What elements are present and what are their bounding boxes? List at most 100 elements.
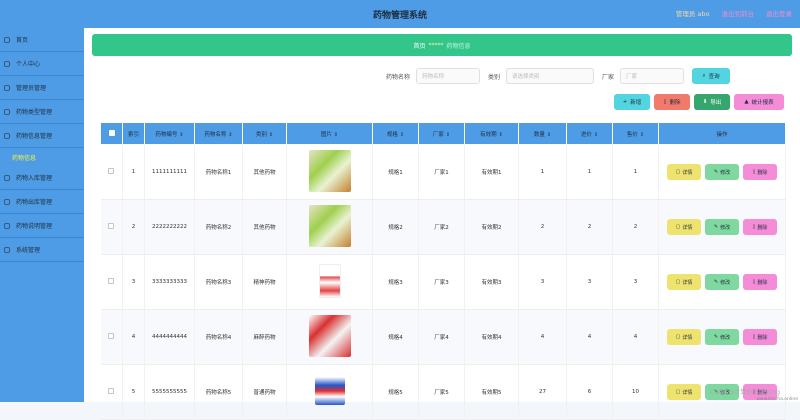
maker-filter-input[interactable]: 厂家 — [620, 68, 685, 84]
cell-type-text: 普通药物 — [253, 390, 276, 396]
edit-button[interactable]: ✎ 修改 — [705, 164, 739, 180]
row-checkbox[interactable] — [108, 388, 115, 394]
drug-image — [308, 150, 351, 192]
sort-icon: ⇕ — [228, 131, 233, 138]
cell-code-text: 3333333333 — [152, 279, 187, 285]
admin-label: 管理员 abo — [675, 10, 710, 18]
sort-icon: ⇕ — [399, 131, 405, 138]
delete-button-label: 删除 — [757, 224, 768, 231]
plus-icon: + — [622, 99, 628, 105]
name-filter-label: 药物名称 — [386, 73, 411, 81]
delete-button[interactable]: ▯ 删除 — [743, 164, 777, 180]
cell-index: 2 — [122, 199, 145, 255]
row-select[interactable] — [100, 144, 123, 200]
cell-actions: ▢ 详情 ✎ 修改 ▯ 删除 — [658, 199, 786, 255]
cell-code: 2222222222 — [144, 199, 195, 255]
cell-qty-text: 27 — [539, 389, 546, 395]
edit-button[interactable]: ✎ 修改 — [705, 329, 739, 345]
cell-expiry: 有效期5 — [464, 364, 519, 420]
cell-cost: 3 — [566, 254, 613, 310]
filter-bar: 药物名称 药物名称 类别 请选择类别 厂家 厂家 ⌕ 查询 — [384, 68, 731, 84]
app-header: 药物管理系统 管理员 abo 退出到前台 退出登录 — [0, 0, 800, 28]
detail-button[interactable]: ▢ 详情 — [667, 274, 701, 290]
sidebar-subitem-drug-info[interactable]: 药物信息 — [0, 148, 84, 166]
cell-expiry: 有效期3 — [464, 254, 519, 310]
export-button[interactable]: ⬇ 导出 — [694, 94, 730, 110]
col-expiry[interactable]: 有效期 ⇕ — [464, 122, 519, 145]
row-select[interactable] — [100, 199, 123, 255]
add-button[interactable]: + 新增 — [614, 94, 650, 110]
cell-spec: 规格2 — [372, 199, 419, 255]
logout-link[interactable]: 退出登录 — [766, 8, 792, 18]
breadcrumb-home[interactable]: 首页 — [413, 41, 425, 50]
select-all-checkbox[interactable] — [108, 129, 115, 136]
batch-delete-button[interactable]: ▯ 删除 — [654, 94, 690, 110]
sidebar-item-drug-info-manage[interactable]: 药物信息管理 — [0, 124, 84, 148]
sidebar-item-instructions[interactable]: 药物说明管理 — [0, 214, 84, 238]
row-checkbox[interactable] — [108, 333, 115, 339]
detail-button-label: 详情 — [682, 389, 693, 396]
sidebar-item-profile[interactable]: 个人中心 — [0, 52, 84, 76]
edit-button-label: 修改 — [720, 169, 731, 176]
cell-cost-text: 2 — [587, 224, 592, 230]
cell-name: 药物名称5 — [194, 364, 243, 420]
sidebar-item-home[interactable]: 首页 — [0, 28, 84, 52]
row-checkbox[interactable] — [108, 168, 115, 174]
row-select[interactable] — [100, 309, 123, 365]
stock-out-icon — [4, 198, 10, 205]
table-row: 4 4444444444 药物名称4 麻醉药物 规格4 厂家4 有效期4 4 4 4 ▢ 详情 ✎ 修… — [100, 309, 786, 365]
row-checkbox[interactable] — [108, 278, 115, 284]
detail-button[interactable]: ▢ 详情 — [667, 164, 701, 180]
cell-index-text: 5 — [131, 389, 136, 395]
delete-button[interactable]: ▯ 删除 — [743, 274, 777, 290]
edit-button[interactable]: ✎ 修改 — [705, 219, 739, 235]
row-checkbox[interactable] — [108, 223, 115, 229]
cell-spec-text: 规格4 — [388, 335, 403, 341]
select-all-header[interactable] — [100, 122, 123, 145]
detail-button[interactable]: ▢ 详情 — [667, 329, 701, 345]
exit-to-front-link[interactable]: 退出到前台 — [722, 8, 755, 18]
cell-spec: 规格3 — [372, 254, 419, 310]
row-select[interactable] — [100, 364, 123, 420]
cell-index: 3 — [122, 254, 145, 310]
col-maker[interactable]: 厂家 ⇕ — [418, 122, 465, 145]
sidebar-item-system[interactable]: 系统管理 — [0, 238, 84, 262]
col-name[interactable]: 药物名称 ⇕ — [194, 122, 243, 145]
cell-maker-text: 厂家4 — [434, 335, 449, 341]
row-select[interactable] — [100, 254, 123, 310]
cell-qty: 27 — [518, 364, 567, 420]
col-price[interactable]: 售价 ⇕ — [612, 122, 659, 145]
sidebar-item-admins[interactable]: 管理员管理 — [0, 76, 84, 100]
detail-button-label: 详情 — [682, 224, 693, 231]
col-image[interactable]: 图片 ⇕ — [286, 122, 373, 145]
edit-button[interactable]: ✎ 修改 — [705, 274, 739, 290]
cell-price-text: 2 — [633, 224, 638, 230]
col-cost[interactable]: 进价 ⇕ — [566, 122, 613, 145]
breadcrumb-separator: ***** — [428, 41, 444, 49]
delete-button[interactable]: ▯ 删除 — [743, 219, 777, 235]
search-button[interactable]: ⌕ 查询 — [692, 68, 731, 84]
sidebar-item-drug-types[interactable]: 药物类型管理 — [0, 100, 84, 124]
detail-button[interactable]: ▢ 详情 — [667, 219, 701, 235]
type-filter-select[interactable]: 请选择类别 — [506, 68, 595, 84]
row-actions: ▢ 详情 ✎ 修改 ▯ 删除 — [659, 164, 785, 180]
cell-index: 1 — [122, 144, 145, 200]
name-filter-input[interactable]: 药物名称 — [416, 68, 481, 84]
cell-maker-text: 厂家3 — [434, 280, 449, 286]
sidebar-item-stock-out[interactable]: 药物出库管理 — [0, 190, 84, 214]
detail-button[interactable]: ▢ 详情 — [667, 384, 701, 400]
col-type[interactable]: 类别 ⇕ — [242, 122, 287, 145]
sort-icon: ⇕ — [639, 131, 645, 138]
export-button-label: 导出 — [710, 100, 722, 106]
stats-button[interactable]: ▲ 统计报表 — [734, 94, 784, 110]
watermark-url: www.kiasha.online — [756, 397, 798, 402]
col-spec[interactable]: 规格 ⇕ — [372, 122, 419, 145]
col-code[interactable]: 药物编号 ⇕ — [144, 122, 195, 145]
delete-button[interactable]: ▯ 删除 — [743, 329, 777, 345]
cell-code: 1111111111 — [144, 144, 195, 200]
cell-maker: 厂家5 — [418, 364, 465, 420]
sidebar-item-label: 系统管理 — [16, 247, 41, 254]
col-qty[interactable]: 数量 ⇕ — [518, 122, 567, 145]
sidebar-item-stock-in[interactable]: 药物入库管理 — [0, 166, 84, 190]
sort-icon: ⇕ — [546, 131, 552, 138]
